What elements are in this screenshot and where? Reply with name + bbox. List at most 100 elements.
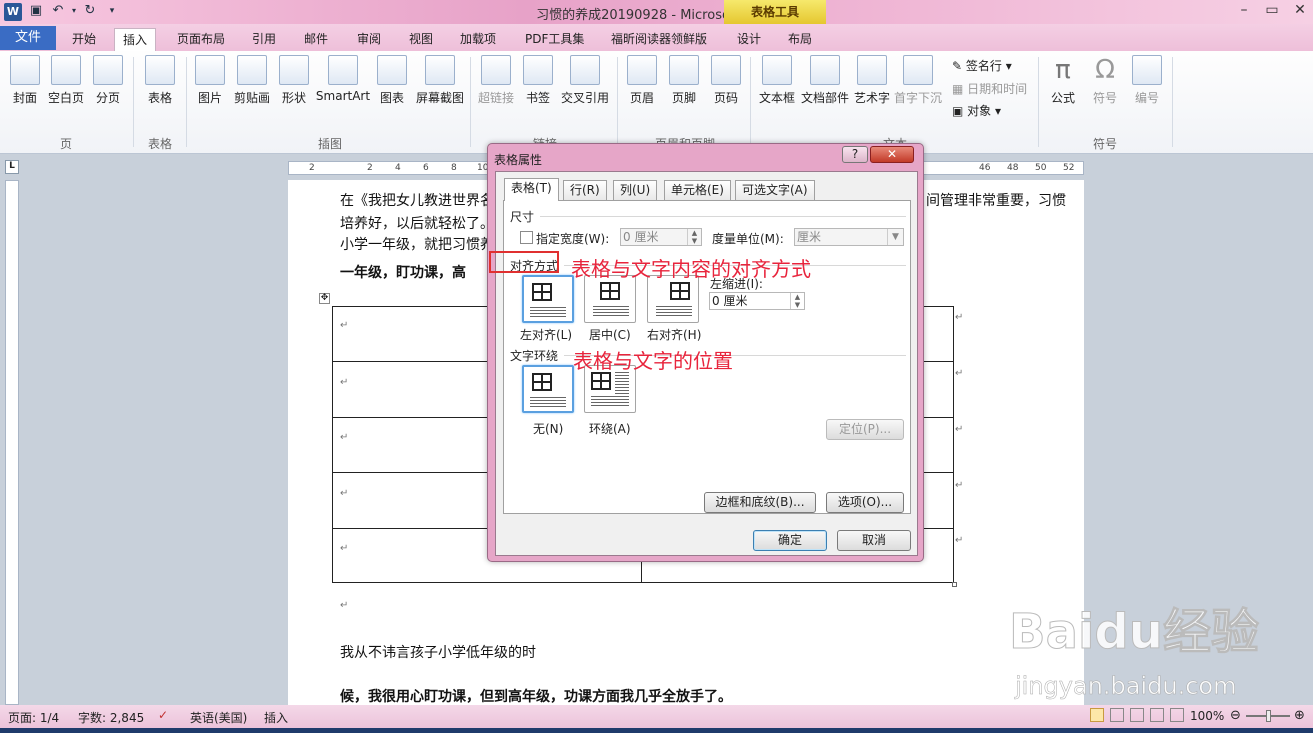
outline-view-icon[interactable] <box>1150 708 1164 722</box>
word-count[interactable]: 字数: 2,845 <box>78 709 144 726</box>
tab-file[interactable]: 文件 <box>0 26 56 50</box>
help-button[interactable]: ? <box>842 146 868 163</box>
align-left-option[interactable] <box>522 275 574 323</box>
position-button[interactable]: 定位(P)... <box>826 419 904 440</box>
table-right-icon <box>670 282 690 300</box>
left-indent-input[interactable]: 0 厘米 ▲ ▼ <box>709 292 805 310</box>
number-icon <box>1132 55 1162 85</box>
proofing-icon[interactable]: ✓ <box>158 708 168 722</box>
baidu-watermark: Baidu经验 jingyan.baidu.com <box>1005 590 1305 705</box>
minimize-button[interactable]: – <box>1230 0 1258 20</box>
picture-icon <box>195 55 225 85</box>
window-title: 习惯的养成20190928 - Microsoft Word <box>536 8 777 23</box>
page-count[interactable]: 页面: 1/4 <box>8 709 59 726</box>
tab-table[interactable]: 表格(T) <box>504 178 559 201</box>
tab-selector[interactable]: L <box>5 160 19 174</box>
full-screen-view-icon[interactable] <box>1110 708 1124 722</box>
zoom-level[interactable]: 100% <box>1190 709 1224 723</box>
ok-button[interactable]: 确定 <box>753 530 827 551</box>
width-spinner-icon[interactable]: ▲ ▼ <box>687 229 701 245</box>
text-lines-icon <box>593 306 629 318</box>
wrap-section-label: 文字环绕 <box>510 349 559 363</box>
cell-mark: ↵ <box>340 377 349 388</box>
row-end-mark: ↵ <box>955 480 964 491</box>
tab-home[interactable]: 开始 <box>64 28 104 51</box>
ribbon-tab-bar: 开始 插入 页面布局 引用 邮件 审阅 视图 加载项 PDF工具集 福昕阅读器领… <box>0 24 1313 51</box>
doc-para1-line3: 小学一年级，就把习惯养 <box>340 237 494 253</box>
group-label-pages: 页 <box>59 137 72 151</box>
tab-alt-text[interactable]: 可选文字(A) <box>735 180 815 200</box>
table-button[interactable]: 表格 <box>140 55 180 106</box>
align-left-label: 左对齐(L) <box>520 328 573 342</box>
cell-mark: ↵ <box>340 320 349 331</box>
specify-width-checkbox[interactable] <box>520 231 533 244</box>
tab-pdf-tools[interactable]: PDF工具集 <box>517 28 592 51</box>
clip-art-icon <box>237 55 267 85</box>
zoom-in-icon[interactable]: ⊕ <box>1294 708 1305 723</box>
wrap-none-option[interactable] <box>522 365 574 413</box>
tab-mailings[interactable]: 邮件 <box>296 28 336 51</box>
language-indicator[interactable]: 英语(美国) <box>190 709 247 726</box>
signature-line-button[interactable]: ✎ 签名行 ▾ <box>952 57 1012 74</box>
tab-cell[interactable]: 单元格(E) <box>664 180 731 200</box>
chart-button[interactable]: 图表 <box>372 55 412 106</box>
bookmark-button[interactable]: 书签 <box>518 55 558 106</box>
draft-view-icon[interactable] <box>1170 708 1184 722</box>
page-number-button[interactable]: 页码 <box>706 55 746 106</box>
zoom-slider-thumb[interactable] <box>1266 710 1271 722</box>
zoom-out-icon[interactable]: ⊖ <box>1230 708 1241 723</box>
page-break-button[interactable]: 分页 <box>88 55 128 106</box>
dialog-close-button[interactable]: ✕ <box>870 146 914 163</box>
options-button[interactable]: 选项(O)... <box>826 492 904 513</box>
object-button[interactable]: ▣ 对象 ▾ <box>952 102 1001 119</box>
tab-foxit-reader[interactable]: 福昕阅读器领鲜版 <box>603 28 715 51</box>
vertical-ruler[interactable] <box>5 180 19 705</box>
maximize-button[interactable]: ▭ <box>1258 0 1286 20</box>
date-time-button[interactable]: ▦ 日期和时间 <box>952 80 1027 97</box>
tab-addins[interactable]: 加载项 <box>452 28 504 51</box>
align-center-label: 居中(C) <box>589 328 631 342</box>
numbering-button[interactable]: 编号 <box>1127 55 1167 106</box>
wordart-button[interactable]: 艺术字 <box>852 55 892 106</box>
insert-mode-indicator[interactable]: 插入 <box>264 709 288 726</box>
tab-row[interactable]: 行(R) <box>563 180 607 200</box>
quick-parts-icon <box>810 55 840 85</box>
title-bar: W ▣ ↶ ▾ ↻ ▾ 习惯的养成20190928 - Microsoft Wo… <box>0 0 1313 24</box>
drop-cap-button[interactable]: 首字下沉 <box>894 55 942 106</box>
watermark-url: jingyan.baidu.com <box>1015 672 1237 701</box>
screenshot-button[interactable]: 屏幕截图 <box>416 55 464 106</box>
shapes-button[interactable]: 形状 <box>274 55 314 106</box>
quick-parts-button[interactable]: 文档部件 <box>801 55 849 106</box>
smartart-icon <box>328 55 358 85</box>
taskbar <box>0 728 1313 733</box>
doc-heading: 一年级，盯功课，高 <box>340 265 466 281</box>
align-right-option[interactable] <box>647 275 699 323</box>
tab-column[interactable]: 列(U) <box>613 180 658 200</box>
tab-table-layout[interactable]: 布局 <box>780 28 820 51</box>
blank-page-icon <box>51 55 81 85</box>
measure-unit-select[interactable]: 厘米 ▼ <box>794 228 904 246</box>
close-window-button[interactable]: ✕ <box>1286 0 1313 20</box>
table-resize-handle[interactable] <box>952 582 957 587</box>
text-box-button[interactable]: 文本框 <box>757 55 797 106</box>
cancel-button[interactable]: 取消 <box>837 530 911 551</box>
borders-shading-button[interactable]: 边框和底纹(B)... <box>704 492 816 513</box>
smartart-button[interactable]: SmartArt <box>316 55 370 103</box>
table-move-handle-icon[interactable]: ✥ <box>319 293 330 304</box>
wordart-icon <box>857 55 887 85</box>
indent-spinner-icon[interactable]: ▲ ▼ <box>790 293 804 309</box>
object-icon: ▣ <box>952 104 968 118</box>
print-layout-view-icon[interactable] <box>1090 708 1104 722</box>
doc-line-a: 我从不讳言孩子小学低年级的时 <box>340 645 536 661</box>
text-lines-icon <box>530 307 566 319</box>
tab-page-layout[interactable]: 页面布局 <box>169 28 233 51</box>
tab-references[interactable]: 引用 <box>244 28 284 51</box>
width-input[interactable]: 0 厘米 ▲ ▼ <box>620 228 702 246</box>
tab-table-design[interactable]: 设计 <box>729 28 769 51</box>
cross-reference-button[interactable]: 交叉引用 <box>561 55 609 106</box>
tab-review[interactable]: 审阅 <box>349 28 389 51</box>
web-layout-view-icon[interactable] <box>1130 708 1144 722</box>
tab-view[interactable]: 视图 <box>401 28 441 51</box>
tab-insert[interactable]: 插入 <box>114 28 157 51</box>
align-center-option[interactable] <box>584 275 636 323</box>
